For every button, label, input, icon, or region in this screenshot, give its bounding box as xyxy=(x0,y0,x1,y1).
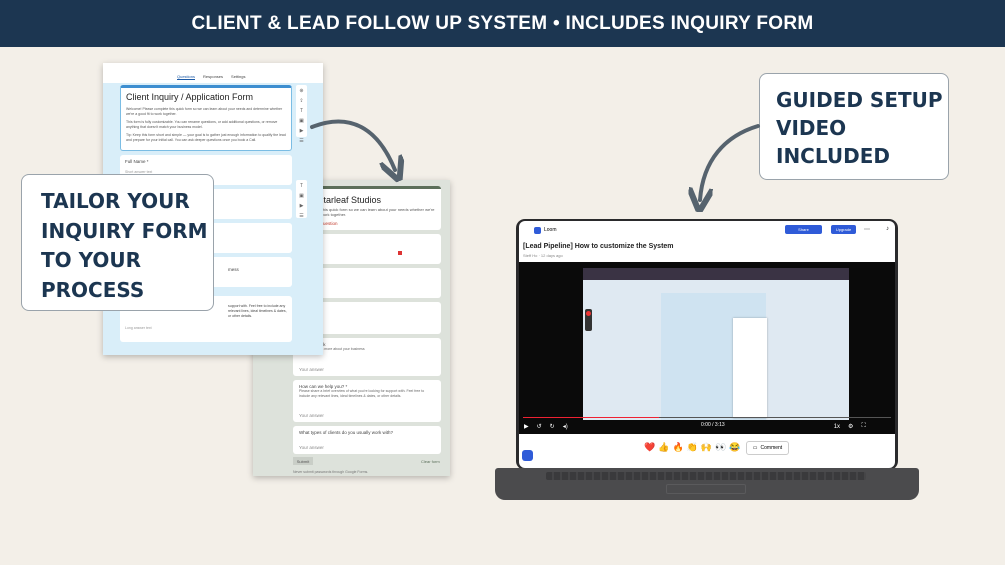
share-button[interactable]: Share xyxy=(785,225,822,234)
tab-settings[interactable]: Settings xyxy=(231,74,245,80)
clear-form-link[interactable]: Clear form xyxy=(421,459,440,464)
form-title-card[interactable]: Client Inquiry / Application Form Welcom… xyxy=(120,85,292,151)
more-icon[interactable]: ⋯ xyxy=(864,226,870,233)
import-icon[interactable]: ⇪ xyxy=(299,98,303,104)
tab-responses[interactable]: Responses xyxy=(203,74,223,80)
callout-line: INCLUDED xyxy=(776,144,890,168)
field-help: Please share a brief overview of what yo… xyxy=(299,389,425,398)
question-label: mess xyxy=(228,267,239,272)
speed-label[interactable]: 1x xyxy=(834,424,840,430)
form-title: Client Inquiry / Application Form xyxy=(126,92,254,102)
fullscreen-icon[interactable]: ⛶ xyxy=(861,423,865,430)
volume-icon[interactable]: ◂) xyxy=(563,423,568,430)
callout-line: GUIDED SETUP xyxy=(776,88,943,112)
banner: CLIENT & LEAD FOLLOW UP SYSTEM • INCLUDE… xyxy=(0,0,1005,47)
callout-line: PROCESS xyxy=(41,277,145,302)
back-form-field[interactable]: What types of clients do you usually wor… xyxy=(293,426,441,454)
reaction-thumbs-up[interactable]: 👍 xyxy=(658,442,669,453)
field-label: What types of clients do you usually wor… xyxy=(299,430,394,435)
reaction-laugh[interactable]: 😂 xyxy=(729,442,740,453)
reaction-fire[interactable]: 🔥 xyxy=(672,442,683,453)
reaction-heart[interactable]: ❤️ xyxy=(644,442,655,453)
comment-icon: ▭ xyxy=(752,445,758,451)
reaction-raised-hands[interactable]: 🙌 xyxy=(701,442,712,453)
recorder-controls xyxy=(585,309,592,331)
image-icon[interactable]: ▣ xyxy=(299,193,304,199)
question-answer: Long answer text xyxy=(125,326,152,330)
callout-setup-video: GUIDED SETUP VIDEO INCLUDED xyxy=(759,73,949,180)
title-icon[interactable]: T xyxy=(300,183,303,189)
laptop-trackpad xyxy=(666,484,746,494)
rewind-icon[interactable]: ↺ xyxy=(537,423,542,430)
comment-label: Comment xyxy=(760,445,783,451)
loom-window: Loom Share Upgrade ⋯ ♪ [Lead Pipeline] H… xyxy=(519,221,895,468)
callout-line: INQUIRY FORM xyxy=(41,218,208,243)
add-question-icon[interactable]: ⊕ xyxy=(299,88,303,94)
comment-button[interactable]: ▭ Comment xyxy=(746,441,789,455)
laptop-keyboard xyxy=(546,472,866,480)
play-icon[interactable]: ▶ xyxy=(524,423,529,430)
loom-logo-icon xyxy=(534,226,541,234)
camera-button[interactable] xyxy=(522,450,533,461)
footer-note: Never submit passwords through Google Fo… xyxy=(293,470,369,474)
progress-bar[interactable] xyxy=(523,417,891,418)
reaction-bar: ❤️ 👍 🔥 👏 🙌 👀 😂 xyxy=(644,442,741,453)
video-meta: Steff Ho · 12 days ago xyxy=(523,253,563,258)
callout-line: TO YOUR xyxy=(41,248,142,272)
question-toolbar: ⊕ ⇪ T ▣ ▶ ☰ xyxy=(296,85,307,144)
field-answer: Your answer xyxy=(299,445,324,450)
callout-line: TAILOR YOUR xyxy=(41,189,190,213)
section-icon[interactable]: ☰ xyxy=(299,138,303,144)
title-icon[interactable]: T xyxy=(300,108,303,114)
question-label: Full Name * xyxy=(125,159,149,164)
video-player[interactable]: ▶ ↺ ↻ ◂) 1x ⚙ ⛶ 0:00 / 3:13 xyxy=(519,262,895,434)
question-label: support with. Feel free to include any r… xyxy=(228,304,287,318)
loom-app-name: Loom xyxy=(544,227,557,233)
arrow-to-video xyxy=(700,124,760,200)
image-icon[interactable]: ▣ xyxy=(299,118,304,124)
submit-button[interactable]: Submit xyxy=(293,457,313,465)
form-editor-header: Questions Responses Settings xyxy=(103,63,323,83)
field-answer: Your answer xyxy=(299,367,324,372)
upgrade-button[interactable]: Upgrade xyxy=(831,225,856,234)
video-icon[interactable]: ▶ xyxy=(300,128,304,134)
arrow-to-form xyxy=(310,119,395,170)
timestamp: 0:00 / 3:13 xyxy=(701,422,725,428)
callout-tailor-form: TAILOR YOUR INQUIRY FORM TO YOUR PROCESS xyxy=(21,174,214,311)
field-answer: Your answer xyxy=(299,413,324,418)
video-frame xyxy=(583,268,849,420)
tab-questions[interactable]: Questions xyxy=(177,74,196,80)
form-description: Welcome! Please complete this quick form… xyxy=(126,107,283,116)
banner-title: CLIENT & LEAD FOLLOW UP SYSTEM • INCLUDE… xyxy=(191,12,814,34)
video-icon[interactable]: ▶ xyxy=(300,203,304,209)
question-toolbar: T ▣ ▶ ☰ xyxy=(296,180,307,219)
bell-icon[interactable]: ♪ xyxy=(886,226,889,232)
back-form-field[interactable]: How can we help you? * Please share a br… xyxy=(293,380,441,422)
forward-icon[interactable]: ↻ xyxy=(550,423,555,430)
video-title: [Lead Pipeline] How to customize the Sys… xyxy=(523,243,674,250)
section-icon[interactable]: ☰ xyxy=(299,213,303,219)
reaction-clap[interactable]: 👏 xyxy=(687,442,698,453)
callout-line: VIDEO xyxy=(776,116,847,140)
reaction-eyes[interactable]: 👀 xyxy=(715,442,726,453)
form-description: This form is fully customizable. You can… xyxy=(126,120,278,129)
form-description: Tip: Keep this form short and simple — y… xyxy=(126,133,286,142)
settings-icon[interactable]: ⚙ xyxy=(848,423,853,430)
